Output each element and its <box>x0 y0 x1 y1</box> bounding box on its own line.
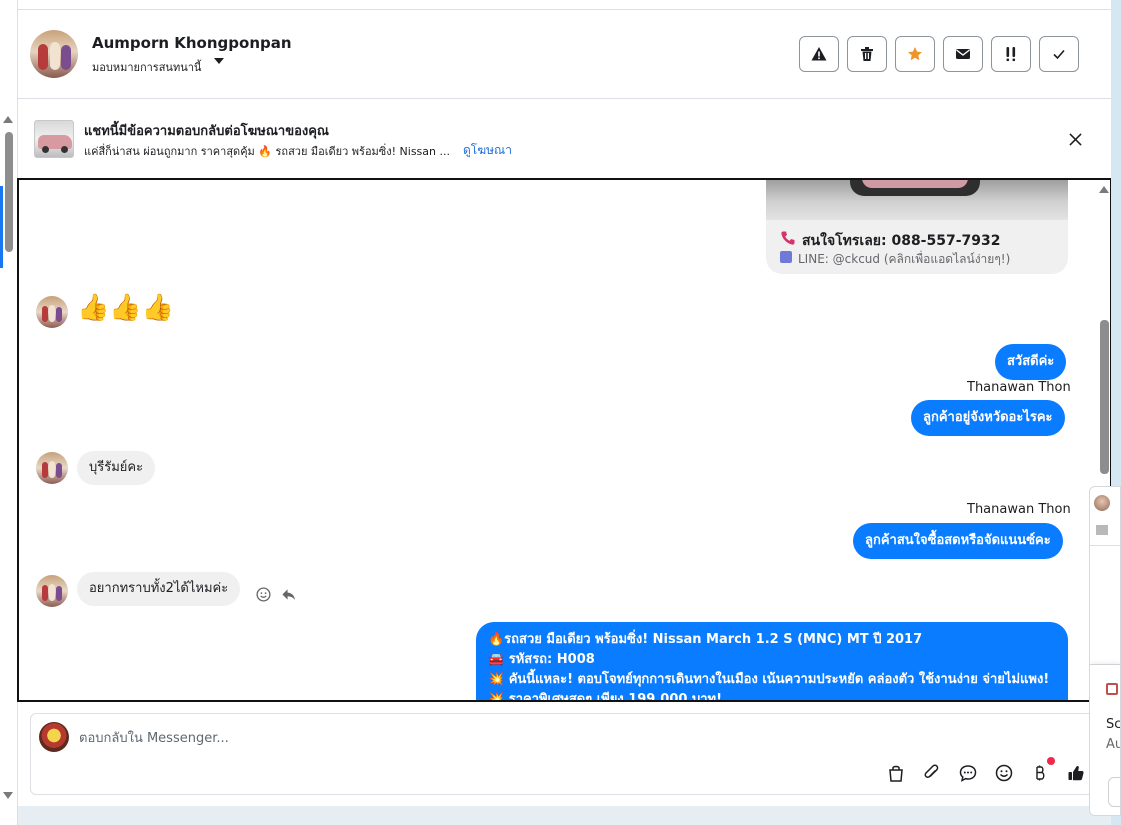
ad-message-card[interactable]: สนใจโทรเลย: 088-557-7932 LINE: @ckcud (ค… <box>766 180 1068 274</box>
done-button[interactable] <box>1039 36 1079 72</box>
notification-dot <box>1047 757 1055 765</box>
follow-up-button[interactable] <box>991 36 1031 72</box>
close-banner-button[interactable] <box>1066 130 1084 148</box>
ad-card-phone-text: สนใจโทรเลย: 088-557-7932 <box>802 233 1001 249</box>
chat-scroll-up-arrow-icon[interactable] <box>1099 186 1109 193</box>
side-panel-avatar <box>1094 495 1110 511</box>
left-scrollbar-strip <box>0 0 18 825</box>
contact-message-avatar[interactable] <box>36 452 68 484</box>
incoming-message[interactable]: บุรีรัมย์คะ <box>77 451 156 485</box>
ad-card-line-text[interactable]: LINE: @ckcud (คลิกเพื่อแอดไลน์ง่ายๆ!) <box>798 250 1010 269</box>
listing-line: 🔥รถสวย มือเดียว พร้อมซิ่ง! Nissan March … <box>488 632 923 647</box>
line-app-icon <box>780 251 792 263</box>
side-panel-button[interactable] <box>1108 777 1120 807</box>
close-icon <box>1068 132 1082 146</box>
reply-composer <box>30 713 1094 795</box>
react-button[interactable] <box>255 586 271 602</box>
outgoing-message[interactable]: สวัสดีค่ะ <box>995 344 1067 380</box>
chat-scrollbar-thumb[interactable] <box>1100 320 1109 474</box>
assign-conversation-label[interactable]: มอบหมายการสนทนานี้ <box>92 58 201 76</box>
envelope-icon <box>956 49 970 59</box>
ad-thumbnail[interactable] <box>34 120 74 158</box>
mark-unread-button[interactable] <box>943 36 983 72</box>
thumbs-up-emoji-message[interactable]: 👍👍👍 <box>77 293 174 323</box>
attach-button[interactable] <box>921 762 943 784</box>
message-thread[interactable]: สนใจโทรเลย: 088-557-7932 LINE: @ckcud (ค… <box>17 178 1112 702</box>
like-button[interactable] <box>1065 762 1087 784</box>
emoji-icon <box>995 764 1013 782</box>
reply-button[interactable] <box>280 586 296 602</box>
view-ad-link[interactable]: ดูโฆษณา <box>463 141 512 160</box>
paperclip-icon <box>924 764 939 778</box>
selected-indicator <box>0 186 3 268</box>
scroll-up-arrow-icon[interactable] <box>3 116 13 123</box>
conversation-header: Aumporn Khongponpan มอบหมายการสนทนานี้ <box>18 10 1111 99</box>
baht-icon <box>1036 765 1045 781</box>
inbox-window: Aumporn Khongponpan มอบหมายการสนทนานี้ แ… <box>0 0 1121 825</box>
listing-line: 💥 คันนี้แหละ! ตอบโจทย์ทุกการเดินทางในเมื… <box>488 672 1050 687</box>
incoming-message[interactable]: อยากทราบทั้ง2ได้ไหมค่ะ <box>77 572 241 606</box>
smiley-icon <box>255 586 271 602</box>
reply-arrow-icon <box>281 588 295 600</box>
sender-name: Thanawan Thon <box>967 380 1071 395</box>
outgoing-message[interactable]: ลูกค้าอยู่จังหวัดอะไรคะ <box>911 400 1065 436</box>
exclamation-icon <box>1006 47 1016 62</box>
trash-icon <box>861 47 873 61</box>
caret-down-icon[interactable] <box>214 58 224 64</box>
top-divider <box>18 0 1111 10</box>
sender-name: Thanawan Thon <box>967 502 1071 517</box>
delete-button[interactable] <box>847 36 887 72</box>
contact-name[interactable]: Aumporn Khongponpan <box>92 34 292 52</box>
spam-button[interactable] <box>799 36 839 72</box>
chat-bubble-icon <box>959 765 977 782</box>
contact-message-avatar[interactable] <box>36 296 68 328</box>
reply-input[interactable] <box>79 728 879 748</box>
ad-banner-description: แค่สี่ก็น่าสน ผ่อนถูกมาก ราคาสุดคุ้ม 🔥 ร… <box>84 145 450 158</box>
side-panel-subtext: Au <box>1106 737 1120 752</box>
left-scrollbar-thumb[interactable] <box>5 132 13 252</box>
outgoing-listing-message[interactable]: 🔥รถสวย มือเดียว พร้อมซิ่ง! Nissan March … <box>476 622 1068 702</box>
listing-line: 💥 ราคาพิเศษสุดๆ เพียง 199,000 บาท! <box>488 692 722 702</box>
page-avatar <box>39 722 69 752</box>
shopping-bag-button[interactable] <box>885 762 907 784</box>
contact-message-avatar[interactable] <box>36 575 68 607</box>
warning-icon <box>811 47 827 61</box>
outgoing-message[interactable]: ลูกค้าสนใจซื้อสดหรือจัดแนนซ์คะ <box>853 523 1063 559</box>
saved-replies-button[interactable] <box>957 762 979 784</box>
check-icon <box>1053 49 1065 60</box>
star-button[interactable] <box>895 36 935 72</box>
listing-line: 🚘 รหัสรถ: H008 <box>488 652 595 667</box>
phone-icon <box>781 231 795 245</box>
scroll-down-arrow-icon[interactable] <box>3 792 13 799</box>
thumbs-up-icon <box>1068 766 1084 781</box>
side-panel-text: Sc <box>1106 717 1121 732</box>
ad-banner-title: แชทนี้มีข้อความตอบกลับต่อโฆษณาของคุณ <box>84 124 329 139</box>
ad-card-image <box>766 180 1068 220</box>
star-icon <box>908 47 922 61</box>
footer-band <box>18 806 1111 825</box>
shopping-bag-icon <box>889 765 903 782</box>
emoji-button[interactable] <box>993 762 1015 784</box>
payment-button[interactable] <box>1029 762 1051 784</box>
side-panel-thumbnail <box>1096 525 1108 535</box>
side-panel-section <box>1090 545 1120 665</box>
ad-reply-banner: แชทนี้มีข้อความตอบกลับต่อโฆษณาของคุณ แค่… <box>18 100 1111 178</box>
contact-avatar[interactable] <box>30 30 78 78</box>
tool-icon <box>1106 683 1118 695</box>
side-panel-peek[interactable]: Sc Au <box>1089 486 1121 816</box>
